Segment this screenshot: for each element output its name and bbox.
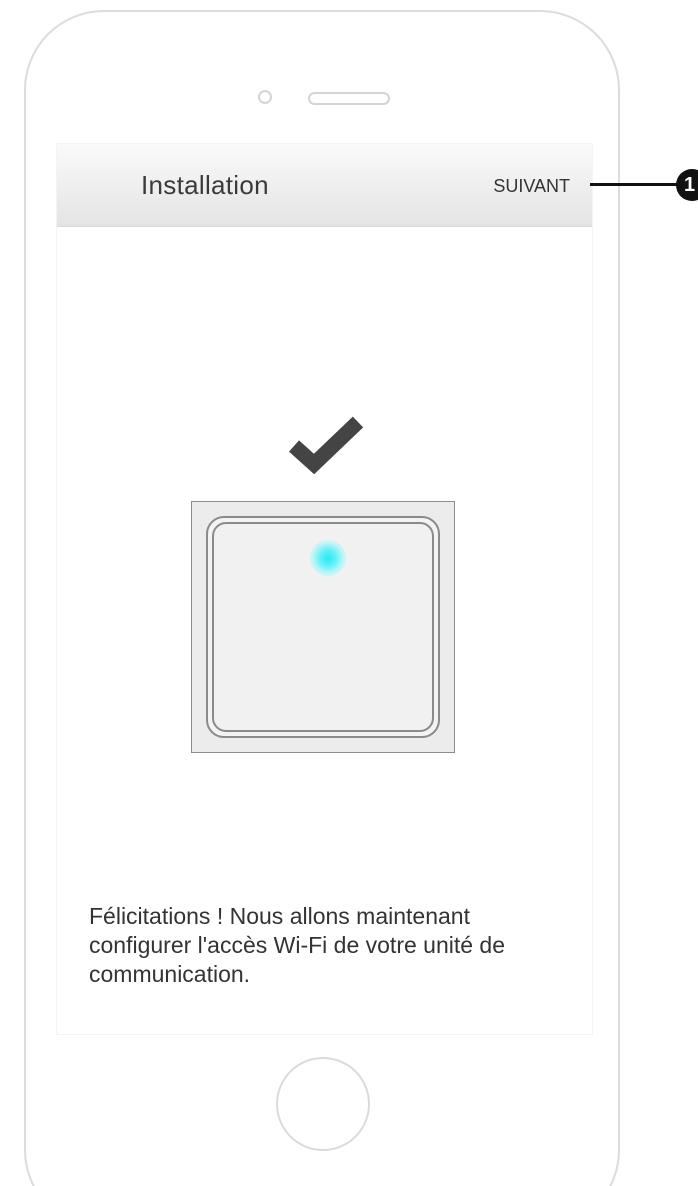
status-led-icon <box>310 540 346 576</box>
speaker-icon <box>308 92 390 105</box>
device-bezel <box>206 516 440 738</box>
device-face <box>212 522 434 732</box>
page-title: Installation <box>141 170 269 200</box>
checkmark-icon <box>288 416 364 475</box>
app-screen: Installation SUIVANT Félicitations ! Nou… <box>56 143 593 1035</box>
stage: Installation SUIVANT Félicitations ! Nou… <box>0 0 698 1186</box>
communication-unit-illustration <box>191 501 455 753</box>
callout-line <box>590 183 684 186</box>
camera-icon <box>258 90 272 104</box>
callout-badge: 1 <box>676 169 698 201</box>
next-button[interactable]: SUIVANT <box>493 176 570 197</box>
home-button <box>276 1057 370 1151</box>
app-header: Installation SUIVANT <box>57 144 592 227</box>
success-message: Félicitations ! Nous allons maintenant c… <box>89 903 506 987</box>
